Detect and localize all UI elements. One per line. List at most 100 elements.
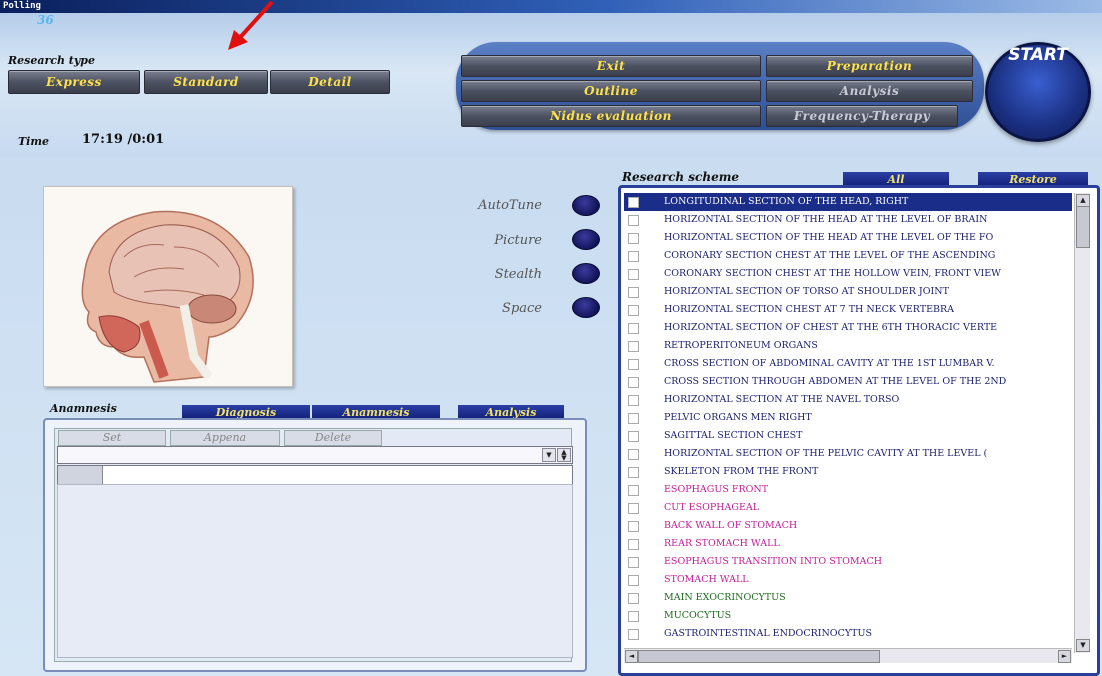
list-item[interactable]: CUT ESOPHAGEAL	[624, 499, 1072, 517]
list-item[interactable]: CROSS SECTION THROUGH ABDOMEN AT THE LEV…	[624, 373, 1072, 391]
scroll-thumb[interactable]	[1076, 206, 1090, 248]
start-button[interactable]: START	[985, 42, 1091, 142]
list-item-label: HORIZONTAL SECTION OF THE HEAD AT THE LE…	[664, 232, 994, 243]
anamnesis-combo[interactable]: ▼ ▲ ▼	[57, 446, 573, 464]
list-item-checkbox[interactable]	[628, 251, 639, 262]
list-item[interactable]: MUCOCYTUS	[624, 607, 1072, 625]
list-item[interactable]: CROSS SECTION OF ABDOMINAL CAVITY AT THE…	[624, 355, 1072, 373]
space-toggle[interactable]	[572, 297, 600, 318]
list-item[interactable]: HORIZONTAL SECTION CHEST AT 7 TH NECK VE…	[624, 301, 1072, 319]
list-item-checkbox[interactable]	[628, 485, 639, 496]
list-item[interactable]: ESOPHAGUS TRANSITION INTO STOMACH	[624, 553, 1072, 571]
list-item-checkbox[interactable]	[628, 467, 639, 478]
anamnesis-edit-line[interactable]	[57, 465, 573, 485]
chevron-down-icon[interactable]: ▼	[542, 448, 556, 462]
list-item-checkbox[interactable]	[628, 269, 639, 280]
list-item-label: CROSS SECTION THROUGH ABDOMEN AT THE LEV…	[664, 376, 1007, 387]
scroll-down-icon[interactable]: ▼	[1076, 639, 1090, 652]
list-item-checkbox[interactable]	[628, 431, 639, 442]
spin-icon[interactable]: ▲ ▼	[557, 448, 571, 462]
hscroll-thumb[interactable]	[638, 650, 880, 663]
counter-value: 36	[37, 13, 54, 27]
list-item-label: STOMACH WALL	[664, 574, 749, 585]
list-item-checkbox[interactable]	[628, 539, 639, 550]
list-item-checkbox[interactable]	[628, 629, 639, 640]
list-item-checkbox[interactable]	[628, 287, 639, 298]
list-item-label: PELVIC ORGANS MEN RIGHT	[664, 412, 812, 423]
list-item-label: CORONARY SECTION CHEST AT THE HOLLOW VEI…	[664, 268, 1001, 279]
list-item-label: HORIZONTAL SECTION OF TORSO AT SHOULDER …	[664, 286, 949, 297]
list-item-checkbox[interactable]	[628, 593, 639, 604]
list-item[interactable]: MAIN EXOCRINOCYTUS	[624, 589, 1072, 607]
analysis-button[interactable]: Analysis	[766, 80, 973, 102]
list-item[interactable]: HORIZONTAL SECTION OF THE PELVIC CAVITY …	[624, 445, 1072, 463]
list-item[interactable]: HORIZONTAL SECTION OF THE HEAD AT THE LE…	[624, 229, 1072, 247]
list-item[interactable]: REAR STOMACH WALL	[624, 535, 1072, 553]
picture-toggle[interactable]	[572, 229, 600, 250]
list-item[interactable]: BACK WALL OF STOMACH	[624, 517, 1072, 535]
list-item-checkbox[interactable]	[628, 413, 639, 424]
list-item[interactable]: CORONARY SECTION CHEST AT THE LEVEL OF T…	[624, 247, 1072, 265]
list-item[interactable]: HORIZONTAL SECTION OF CHEST AT THE 6TH T…	[624, 319, 1072, 337]
list-item[interactable]: HORIZONTAL SECTION AT THE NAVEL TORSO	[624, 391, 1072, 409]
brain-section-picture	[81, 210, 254, 383]
list-item[interactable]: HORIZONTAL SECTION OF TORSO AT SHOULDER …	[624, 283, 1072, 301]
list-item[interactable]: SKELETON FROM THE FRONT	[624, 463, 1072, 481]
standard-button[interactable]: Standard	[144, 70, 268, 94]
anamnesis-memo[interactable]	[57, 484, 573, 658]
list-item[interactable]: SAGITTAL SECTION CHEST	[624, 427, 1072, 445]
outline-button[interactable]: Outline	[461, 80, 761, 102]
list-item-checkbox[interactable]	[628, 449, 639, 460]
list-item-label: HORIZONTAL SECTION OF THE PELVIC CAVITY …	[664, 448, 988, 459]
list-item-checkbox[interactable]	[628, 377, 639, 388]
list-item-checkbox[interactable]	[628, 575, 639, 586]
list-item[interactable]: ESOPHAGUS FRONT	[624, 481, 1072, 499]
list-item-checkbox[interactable]	[628, 305, 639, 316]
annotation-arrow-icon	[228, 0, 274, 50]
window-title: Polling	[3, 1, 41, 11]
horizontal-scrollbar[interactable]: ◄ ►	[624, 648, 1072, 663]
list-item-checkbox[interactable]	[628, 215, 639, 226]
exit-button[interactable]: Exit	[461, 55, 761, 77]
list-item-checkbox[interactable]	[628, 323, 639, 334]
anamnesis-heading: Anamnesis	[50, 402, 117, 415]
list-item-checkbox[interactable]	[628, 395, 639, 406]
autotune-toggle[interactable]	[572, 195, 600, 216]
list-item-checkbox[interactable]	[628, 359, 639, 370]
scroll-right-icon[interactable]: ►	[1058, 650, 1071, 663]
list-item-checkbox[interactable]	[628, 557, 639, 568]
append-button[interactable]: Appena	[170, 430, 280, 446]
detail-button[interactable]: Detail	[270, 70, 390, 94]
delete-button[interactable]: Delete	[284, 430, 382, 446]
scroll-left-icon[interactable]: ◄	[625, 650, 638, 663]
list-item-label: REAR STOMACH WALL	[664, 538, 780, 549]
list-item[interactable]: HORIZONTAL SECTION OF THE HEAD AT THE LE…	[624, 211, 1072, 229]
list-item-checkbox[interactable]	[628, 611, 639, 622]
list-item[interactable]: STOMACH WALL	[624, 571, 1072, 589]
nidus-evaluation-button[interactable]: Nidus evaluation	[461, 105, 761, 127]
title-bar: Polling	[0, 0, 1102, 13]
list-item[interactable]: LONGITUDINAL SECTION OF THE HEAD, RIGHT	[624, 193, 1072, 211]
list-item-label: MAIN EXOCRINOCYTUS	[664, 592, 786, 603]
list-item-checkbox[interactable]	[628, 341, 639, 352]
list-item[interactable]: CORONARY SECTION CHEST AT THE HOLLOW VEI…	[624, 265, 1072, 283]
vertical-scrollbar[interactable]: ▲ ▼	[1074, 193, 1090, 653]
list-item-checkbox[interactable]	[628, 521, 639, 532]
frequency-therapy-button[interactable]: Frequency-Therapy	[766, 105, 958, 127]
list-item-checkbox[interactable]	[628, 503, 639, 514]
list-item-checkbox[interactable]	[628, 233, 639, 244]
express-button[interactable]: Express	[8, 70, 140, 94]
stealth-toggle[interactable]	[572, 263, 600, 284]
set-button[interactable]: Set	[58, 430, 166, 446]
list-item-label: GASTROINTESTINAL ENDOCRINOCYTUS	[664, 628, 872, 639]
preparation-button[interactable]: Preparation	[766, 55, 973, 77]
stealth-label: Stealth	[494, 267, 542, 282]
list-item-label: SAGITTAL SECTION CHEST	[664, 430, 803, 441]
list-item[interactable]: PELVIC ORGANS MEN RIGHT	[624, 409, 1072, 427]
list-item[interactable]: RETROPERITONEUM ORGANS	[624, 337, 1072, 355]
anatomy-image	[43, 186, 293, 387]
research-scheme-heading: Research scheme	[622, 170, 740, 184]
list-item[interactable]: GASTROINTESTINAL ENDOCRINOCYTUS	[624, 625, 1072, 641]
picture-label: Picture	[494, 233, 542, 248]
list-item-checkbox[interactable]	[628, 197, 639, 208]
